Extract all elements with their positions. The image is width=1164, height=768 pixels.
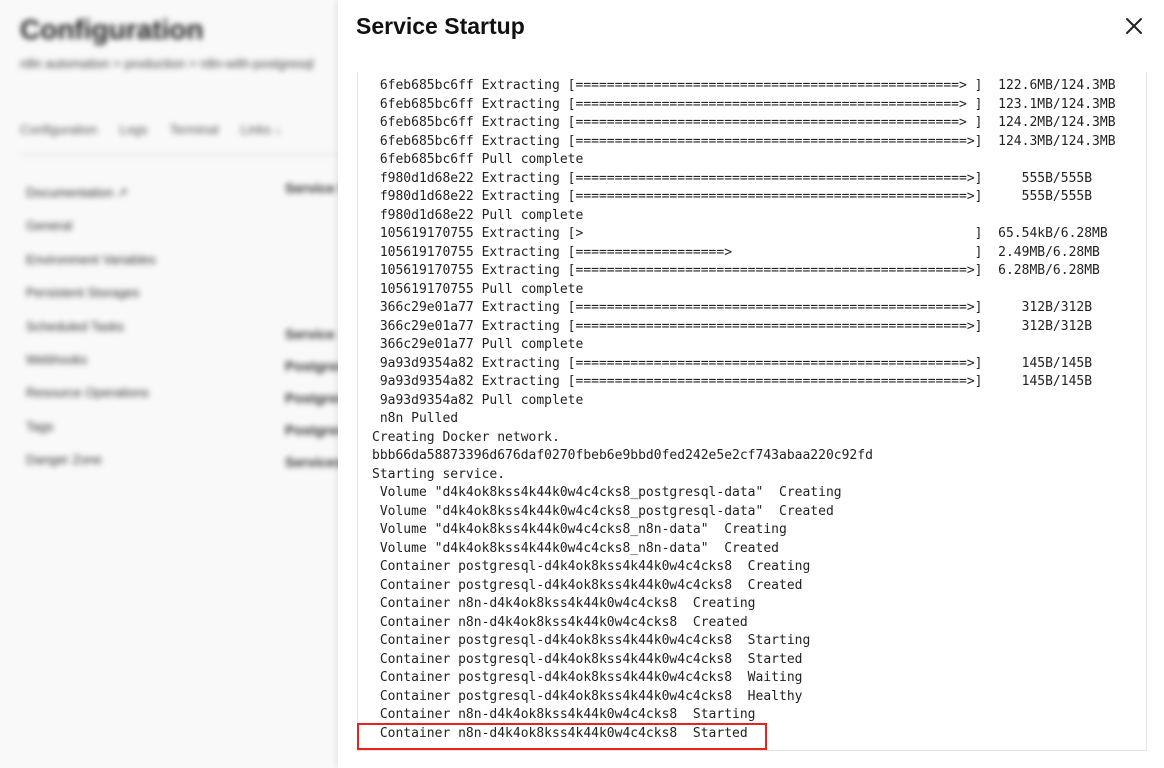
breadcrumb-separator: >	[189, 56, 197, 71]
sidebar-item-documentation[interactable]: Documentation ↗	[26, 185, 156, 218]
log-line: 105619170755 Extracting [===============…	[372, 262, 1116, 281]
sidebar-item-general[interactable]: General	[26, 218, 156, 251]
log-line: Starting service.	[372, 466, 1116, 485]
log-line: f980d1d68e22 Extracting [===============…	[372, 170, 1116, 189]
log-line: Creating Docker network.	[372, 429, 1116, 448]
tab-configuration[interactable]: Configuration	[20, 122, 97, 137]
log-line: 9a93d9354a82 Extracting [===============…	[372, 373, 1116, 392]
sidebar-item-persistent-storages[interactable]: Persistent Storages	[26, 285, 156, 318]
log-line: n8n Pulled	[372, 410, 1116, 429]
breadcrumb-item[interactable]: production	[124, 56, 185, 71]
log-line: 366c29e01a77 Pull complete	[372, 336, 1116, 355]
log-line: f980d1d68e22 Extracting [===============…	[372, 188, 1116, 207]
log-line: Volume "d4k4ok8kss4k44k0w4c4cks8_postgre…	[372, 484, 1116, 503]
log-line: Container postgresql-d4k4ok8kss4k44k0w4c…	[372, 577, 1116, 596]
log-line: 6feb685bc6ff Extracting [===============…	[372, 133, 1116, 152]
log-line: 6feb685bc6ff Extracting [===============…	[372, 77, 1116, 96]
tab-bar: Configuration Logs Terminal Links ↓	[20, 122, 281, 137]
page-title: Configuration	[20, 14, 204, 46]
log-line: bbb66da58873396d676daf0270fbeb6e9bbd0fed…	[372, 447, 1116, 466]
close-icon	[1122, 14, 1146, 38]
log-line: Container postgresql-d4k4ok8kss4k44k0w4c…	[372, 632, 1116, 651]
breadcrumb-item[interactable]: n8n automation	[20, 56, 110, 71]
breadcrumb: n8n automation > production > n8n-with-p…	[20, 56, 313, 71]
log-line: 105619170755 Pull complete	[372, 281, 1116, 300]
sidebar-item-scheduled-tasks[interactable]: Scheduled Tasks	[26, 319, 156, 352]
log-line: 6feb685bc6ff Pull complete	[372, 151, 1116, 170]
sidebar-item-resource-operations[interactable]: Resource Operations	[26, 385, 156, 418]
log-line: Container postgresql-d4k4ok8kss4k44k0w4c…	[372, 651, 1116, 670]
log-line: Container n8n-d4k4ok8kss4k44k0w4c4cks8 C…	[372, 595, 1116, 614]
log-line: 9a93d9354a82 Pull complete	[372, 392, 1116, 411]
log-line: 366c29e01a77 Extracting [===============…	[372, 318, 1116, 337]
divider	[20, 154, 350, 155]
log-line: Container postgresql-d4k4ok8kss4k44k0w4c…	[372, 558, 1116, 577]
tab-links[interactable]: Links ↓	[241, 122, 281, 137]
log-lines: 6feb685bc6ff Extracting [===============…	[372, 77, 1116, 743]
log-line: Volume "d4k4ok8kss4k44k0w4c4cks8_n8n-dat…	[372, 521, 1116, 540]
log-line: 366c29e01a77 Extracting [===============…	[372, 299, 1116, 318]
log-line: 9a93d9354a82 Extracting [===============…	[372, 355, 1116, 374]
log-line: Container postgresql-d4k4ok8kss4k44k0w4c…	[372, 669, 1116, 688]
log-line: 105619170755 Extracting [===============…	[372, 244, 1116, 263]
log-line: 6feb685bc6ff Extracting [===============…	[372, 114, 1116, 133]
log-line: Container n8n-d4k4ok8kss4k44k0w4c4cks8 S…	[372, 706, 1116, 725]
log-line: Volume "d4k4ok8kss4k44k0w4c4cks8_postgre…	[372, 503, 1116, 522]
log-line: 105619170755 Extracting [> ] 65.54kB/6.2…	[372, 225, 1116, 244]
close-button[interactable]	[1122, 14, 1146, 38]
log-line: f980d1d68e22 Pull complete	[372, 207, 1116, 226]
breadcrumb-item[interactable]: n8n-with-postgresql	[200, 56, 313, 71]
log-line: Container postgresql-d4k4ok8kss4k44k0w4c…	[372, 688, 1116, 707]
modal-title: Service Startup	[356, 13, 525, 40]
log-line: Container n8n-d4k4ok8kss4k44k0w4c4cks8 C…	[372, 614, 1116, 633]
log-line: Volume "d4k4ok8kss4k44k0w4c4cks8_n8n-dat…	[372, 540, 1116, 559]
sidebar-item-environment-variables[interactable]: Environment Variables	[26, 252, 156, 285]
log-line: 6feb685bc6ff Extracting [===============…	[372, 96, 1116, 115]
tab-terminal[interactable]: Terminal	[170, 122, 219, 137]
breadcrumb-separator: >	[113, 56, 121, 71]
tab-logs[interactable]: Logs	[119, 122, 147, 137]
sidebar: Documentation ↗ General Environment Vari…	[26, 185, 156, 486]
log-output[interactable]: 6feb685bc6ff Extracting [===============…	[357, 72, 1147, 751]
sidebar-item-tags[interactable]: Tags	[26, 419, 156, 452]
highlight-box	[357, 723, 767, 750]
service-startup-modal: Service Startup 6feb685bc6ff Extracting …	[338, 0, 1164, 768]
sidebar-item-danger-zone[interactable]: Danger Zone	[26, 452, 156, 485]
sidebar-item-webhooks[interactable]: Webhooks	[26, 352, 156, 385]
